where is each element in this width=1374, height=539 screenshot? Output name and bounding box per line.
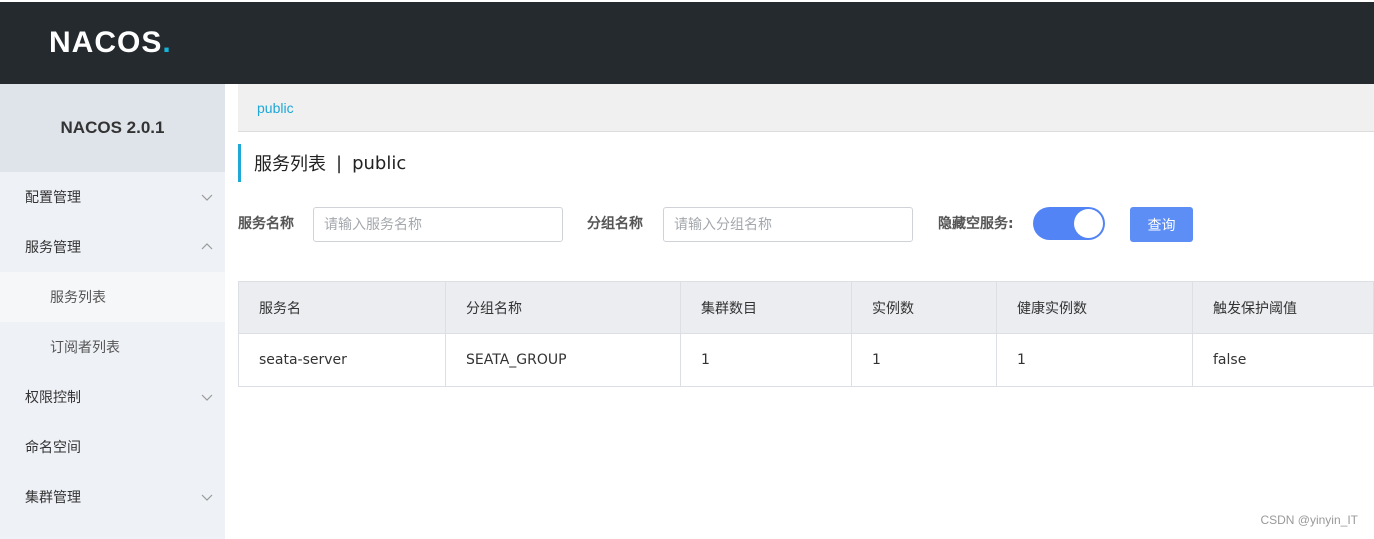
group-name-input[interactable] [663,207,913,242]
column-header-service-name: 服务名 [238,281,446,334]
logo-text: NACOS [49,26,163,59]
filter-row: 服务名称 分组名称 隐藏空服务: 查询 [238,207,1238,242]
chevron-down-icon [201,494,213,501]
sidebar-item-subscriber-list[interactable]: 订阅者列表 [0,322,225,372]
sidebar-item-label: 集群管理 [25,490,81,506]
query-button[interactable]: 查询 [1130,207,1193,242]
sidebar-item-label: 服务列表 [50,290,106,306]
cell-protect-threshold: false [1192,333,1374,387]
page-title-namespace: public [352,152,407,174]
sidebar-item-label: 订阅者列表 [50,340,120,356]
title-separator: | [336,152,343,174]
column-header-instance-count: 实例数 [851,281,997,334]
cell-healthy-instance-count: 1 [996,333,1193,387]
chevron-down-icon [201,394,213,401]
sidebar-item-config-management[interactable]: 配置管理 [0,172,225,222]
chevron-up-icon [201,243,213,250]
cell-group-name: SEATA_GROUP [445,333,681,387]
page-title: 服务列表 | public [238,144,406,182]
cell-service-name: seata-server [238,333,446,387]
column-header-healthy-instance-count: 健康实例数 [996,281,1193,334]
column-header-cluster-count: 集群数目 [680,281,852,334]
service-name-label: 服务名称 [238,216,294,232]
logo-dot: . [162,26,171,59]
watermark: CSDN @yinyin_IT [1260,513,1358,527]
column-header-group-name: 分组名称 [445,281,681,334]
sidebar-item-label: 权限控制 [25,390,81,406]
service-table: 服务名 分组名称 集群数目 实例数 健康实例数 触发保护阈值 seata-ser… [238,281,1374,387]
top-navbar: NACOS. [0,0,1374,84]
sidebar-header: NACOS 2.0.1 [0,84,225,172]
sidebar: NACOS 2.0.1 配置管理 服务管理 服务列表 订阅者列表 权限控制 命名… [0,84,225,539]
sidebar-item-label: 配置管理 [25,190,81,206]
sidebar-item-service-list[interactable]: 服务列表 [0,272,225,322]
cell-instance-count: 1 [851,333,997,387]
toggle-knob [1074,209,1103,238]
page-title-text: 服务列表 [254,154,326,175]
sidebar-item-cluster-management[interactable]: 集群管理 [0,472,225,522]
column-header-protect-threshold: 触发保护阈值 [1192,281,1374,334]
table-row: seata-server SEATA_GROUP 1 1 1 false [238,333,1374,387]
hide-empty-services-label: 隐藏空服务: [938,216,1014,232]
sidebar-item-service-management[interactable]: 服务管理 [0,222,225,272]
namespace-bar: public [238,84,1374,132]
service-name-input[interactable] [313,207,563,242]
sidebar-item-label: 命名空间 [25,440,81,456]
cell-cluster-count: 1 [680,333,852,387]
namespace-link-public[interactable]: public [257,100,294,116]
sidebar-item-namespace[interactable]: 命名空间 [0,422,225,472]
chevron-down-icon [201,194,213,201]
nacos-logo[interactable]: NACOS. [49,26,171,60]
table-header-row: 服务名 分组名称 集群数目 实例数 健康实例数 触发保护阈值 [238,281,1374,334]
sidebar-item-access-control[interactable]: 权限控制 [0,372,225,422]
hide-empty-services-toggle[interactable] [1033,207,1105,240]
group-name-label: 分组名称 [587,216,643,232]
sidebar-version-title: NACOS 2.0.1 [60,118,165,137]
sidebar-item-label: 服务管理 [25,240,81,256]
